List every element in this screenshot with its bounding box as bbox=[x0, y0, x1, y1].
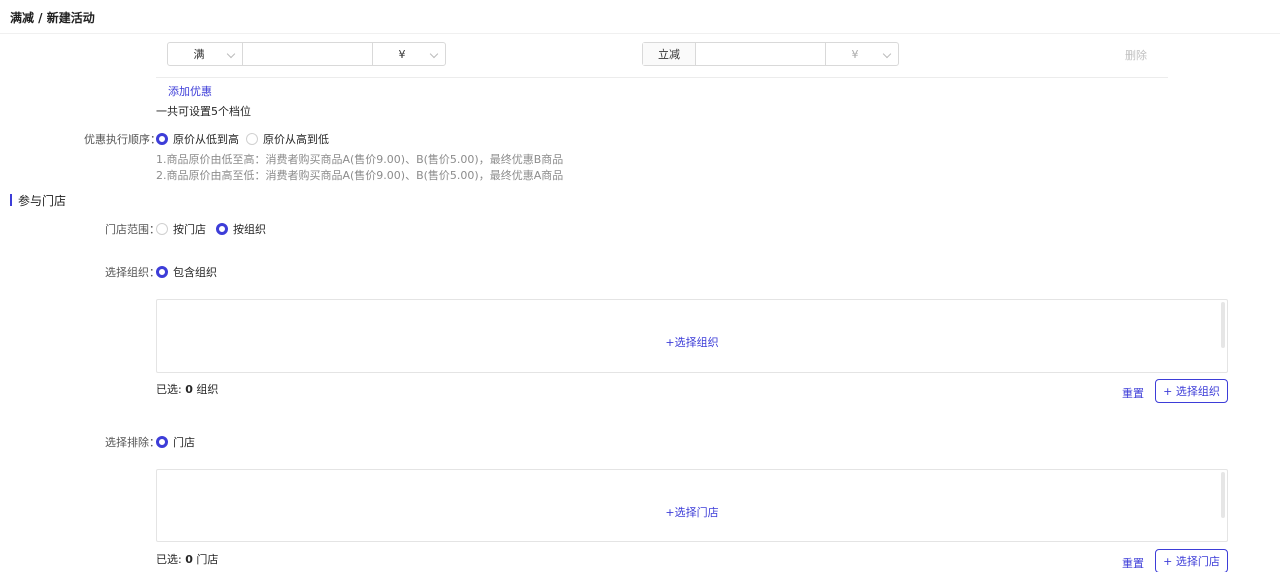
execution-note-1: 1.商品原价由低至高：消费者购买商品A(售价9.00)、B(售价5.00)，最终… bbox=[156, 153, 564, 166]
store-picker-area: +选择门店 bbox=[156, 469, 1228, 542]
breadcrumb-title: 满减 / 新建活动 bbox=[10, 11, 95, 25]
radio-low-to-high[interactable]: 原价从低到高 bbox=[156, 131, 239, 147]
radio-by-store[interactable]: 按门店 bbox=[156, 221, 206, 237]
execution-order-label: 优惠执行顺序： bbox=[84, 133, 161, 146]
org-picker-area: +选择组织 bbox=[156, 299, 1228, 373]
radio-checked-icon bbox=[156, 133, 168, 145]
page-header bbox=[0, 0, 1280, 34]
chevron-down-icon bbox=[429, 49, 439, 59]
chevron-down-icon bbox=[226, 49, 236, 59]
condition-select[interactable]: 满 bbox=[168, 43, 242, 65]
action-select[interactable]: 立减 bbox=[643, 43, 695, 65]
select-org-button[interactable]: + 选择组织 bbox=[1155, 379, 1228, 403]
chevron-down-icon bbox=[882, 49, 892, 59]
action-currency-value: ¥ bbox=[851, 47, 859, 61]
delete-tier-button[interactable]: 删除 bbox=[1125, 47, 1147, 63]
store-selected-count: 已选: 0 门店 bbox=[156, 553, 219, 566]
org-reset-button[interactable]: 重置 bbox=[1122, 385, 1144, 401]
divider bbox=[156, 77, 1168, 78]
section-title-stores: 参与门店 bbox=[18, 194, 67, 208]
radio-high-to-low[interactable]: 原价从高到低 bbox=[246, 131, 329, 147]
radio-checked-icon bbox=[216, 223, 228, 235]
currency-select[interactable]: ¥ bbox=[372, 43, 445, 65]
select-store-button[interactable]: + 选择门店 bbox=[1155, 549, 1228, 572]
section-accent-bar bbox=[10, 194, 12, 206]
add-discount-link[interactable]: 添加优惠 bbox=[168, 83, 212, 99]
execution-note-2: 2.商品原价由高至低：消费者购买商品A(售价9.00)、B(售价5.00)，最终… bbox=[156, 169, 564, 182]
radio-unchecked-icon bbox=[246, 133, 258, 145]
condition-amount-input[interactable] bbox=[242, 43, 372, 65]
store-scope-label: 门店范围： bbox=[105, 223, 160, 236]
org-picker-link[interactable]: +选择组织 bbox=[157, 334, 1227, 350]
radio-checked-icon bbox=[156, 436, 168, 448]
currency-select-value: ¥ bbox=[398, 47, 406, 61]
org-select-label: 选择组织： bbox=[105, 266, 160, 279]
tier-limit-text: 一共可设置5个档位 bbox=[156, 105, 251, 118]
radio-checked-icon bbox=[156, 266, 168, 278]
radio-include-org[interactable]: 包含组织 bbox=[156, 264, 217, 280]
radio-by-org[interactable]: 按组织 bbox=[216, 221, 266, 237]
condition-select-value: 满 bbox=[193, 48, 205, 61]
radio-exclude-store[interactable]: 门店 bbox=[156, 434, 195, 450]
action-currency-select[interactable]: ¥ bbox=[825, 43, 898, 65]
org-selected-count: 已选: 0 组织 bbox=[156, 383, 219, 396]
action-select-value: 立减 bbox=[658, 48, 680, 61]
store-reset-button[interactable]: 重置 bbox=[1122, 555, 1144, 571]
exclude-select-label: 选择排除： bbox=[105, 436, 160, 449]
radio-unchecked-icon bbox=[156, 223, 168, 235]
store-picker-link[interactable]: +选择门店 bbox=[157, 504, 1227, 520]
action-group: 立减 ¥ bbox=[642, 42, 899, 66]
action-amount-input[interactable] bbox=[695, 43, 825, 65]
condition-group: 满 ¥ bbox=[167, 42, 446, 66]
